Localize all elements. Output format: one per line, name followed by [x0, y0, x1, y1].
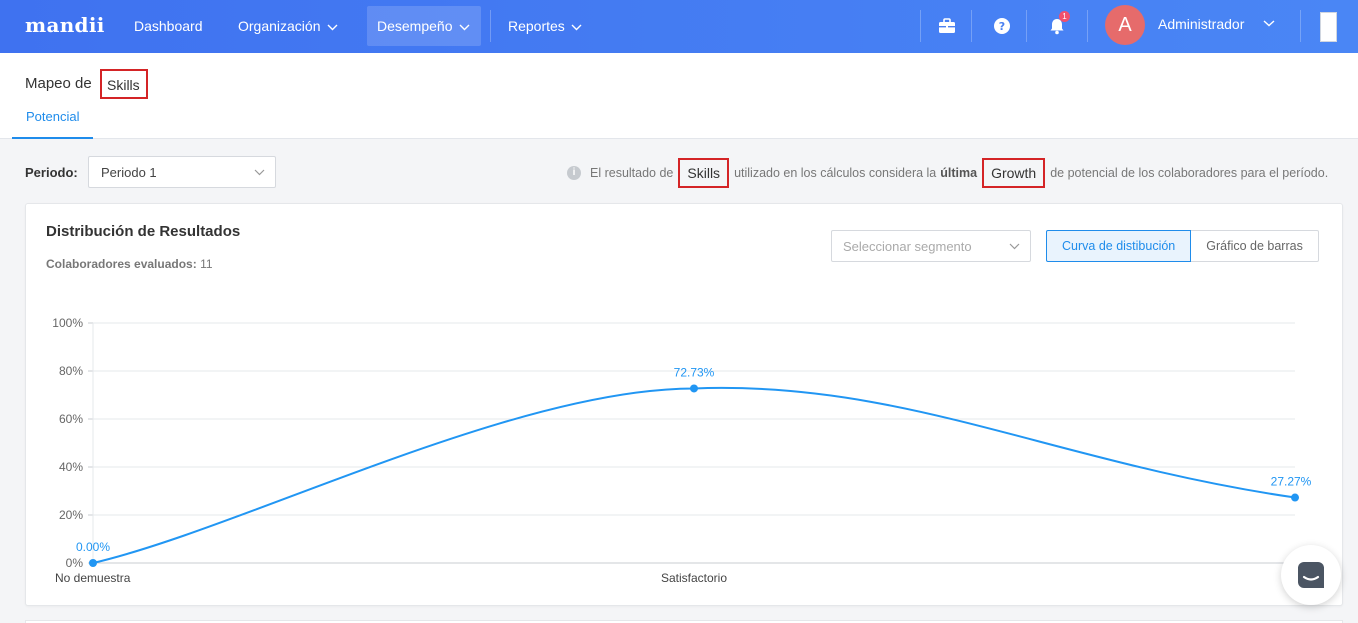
nav-divider: [1300, 10, 1301, 42]
period-label: Periodo:: [25, 165, 78, 180]
info-message: i El resultado de Skills utilizado en lo…: [567, 156, 1328, 190]
series-line: [92, 386, 1296, 564]
tab-potencial[interactable]: Potencial: [12, 102, 94, 139]
svg-text:?: ?: [999, 20, 1005, 33]
nav-desempeno-label: Desempeño: [377, 18, 453, 34]
info-icon: i: [567, 166, 581, 180]
distribution-line-chart: 0% 20% 40% 60% 80% 100% No demuestra Satisfacto…: [52, 316, 1312, 585]
x-tick-label: No demuestra: [55, 571, 131, 585]
info-text-1: El resultado de: [590, 166, 674, 180]
help-icon[interactable]: ?: [991, 15, 1013, 37]
page-title-highlight: Skills: [100, 69, 148, 99]
nav-reportes[interactable]: Reportes: [498, 6, 592, 46]
nav-divider: [490, 10, 491, 42]
briefcase-icon[interactable]: [936, 15, 958, 37]
nav-dashboard-label: Dashboard: [134, 18, 203, 34]
page-header: Mapeo de Skills Potencial: [0, 53, 1358, 139]
y-tick-label: 80%: [59, 364, 83, 378]
nav-divider: [1087, 10, 1088, 42]
nav-organizacion[interactable]: Organización: [228, 6, 348, 46]
nav-desempeno[interactable]: Desempeño: [367, 6, 481, 46]
nav-reportes-label: Reportes: [508, 18, 565, 34]
nav-dashboard[interactable]: Dashboard: [124, 6, 213, 46]
period-selected-value: Periodo 1: [101, 165, 157, 180]
chevron-down-icon: [459, 24, 469, 31]
app-logo[interactable]: mandii: [25, 13, 105, 37]
page-title-prefix: Mapeo de: [25, 75, 92, 92]
chat-button[interactable]: [1281, 545, 1341, 605]
chevron-down-icon: [254, 169, 265, 176]
info-bold-ultima: última: [940, 166, 978, 180]
info-highlight-skills: Skills: [678, 158, 730, 188]
info-highlight-growth: Growth: [982, 158, 1046, 188]
y-tick-label: 40%: [59, 460, 83, 474]
data-point: [89, 559, 97, 567]
y-tick-label: 0%: [66, 556, 84, 570]
top-navbar: mandii Dashboard Organización Desempeño …: [0, 0, 1358, 53]
data-point: [1291, 493, 1299, 502]
y-tick-label: 60%: [59, 412, 83, 426]
broken-image-icon: [1320, 12, 1337, 42]
data-label: 72.73%: [674, 365, 715, 379]
chat-icon: [1298, 562, 1324, 588]
info-text-3: de potencial de los colaboradores para e…: [1050, 166, 1329, 180]
period-select[interactable]: Periodo 1: [88, 156, 276, 188]
nav-organizacion-label: Organización: [238, 18, 321, 34]
chevron-down-icon: [327, 24, 337, 31]
user-avatar[interactable]: A: [1105, 5, 1145, 45]
info-text-2: utilizado en los cálculos considera la: [734, 166, 937, 180]
data-point: [690, 384, 698, 393]
nav-divider: [1026, 10, 1027, 42]
notification-badge: 1: [1059, 11, 1070, 22]
x-tick-label: Satisfactorio: [661, 571, 727, 585]
nav-divider: [920, 10, 921, 42]
nav-divider: [971, 10, 972, 42]
data-label: 0.00%: [76, 540, 110, 554]
y-tick-label: 20%: [59, 508, 83, 522]
user-name[interactable]: Administrador: [1158, 16, 1244, 32]
distribution-card: Distribución de Resultados Colaboradores…: [25, 203, 1343, 606]
chevron-down-icon[interactable]: [1263, 20, 1275, 27]
data-label: 27.27%: [1271, 475, 1312, 489]
chevron-down-icon: [571, 24, 582, 31]
y-tick-label: 100%: [52, 316, 83, 330]
